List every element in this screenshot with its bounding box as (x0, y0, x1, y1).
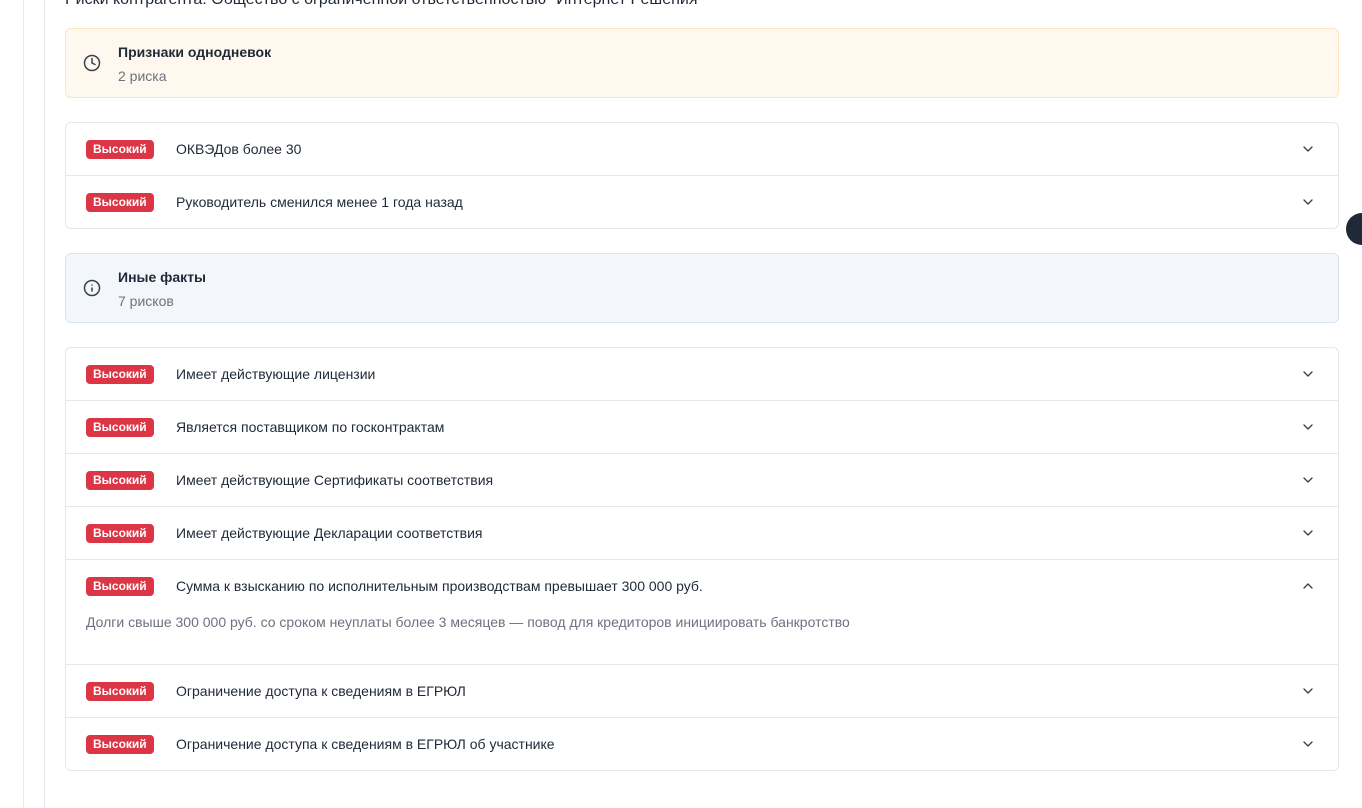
info-icon (83, 279, 101, 297)
risk-label: Сумма к взысканию по исполнительным прои… (176, 578, 703, 594)
severity-badge: Высокий (86, 193, 154, 212)
chevron-down-icon[interactable] (1300, 419, 1316, 435)
risk-label: Имеет действующие Декларации соответстви… (176, 525, 483, 541)
chevron-down-icon[interactable] (1300, 194, 1316, 210)
severity-badge: Высокий (86, 524, 154, 543)
severity-badge: Высокий (86, 418, 154, 437)
category-title: Признаки однодневок (118, 44, 272, 60)
category-count: 7 рисков (118, 293, 174, 309)
risk-label: Ограничение доступа к сведениям в ЕГРЮЛ (176, 683, 466, 699)
risk-label: Имеет действующие Сертификаты соответств… (176, 472, 494, 488)
risk-item[interactable]: Высокий Ограничение доступа к сведениям … (66, 665, 1338, 718)
risk-list-one-day-firms: Высокий ОКВЭДов более 30 Высокий Руковод… (65, 122, 1339, 229)
chevron-down-icon[interactable] (1300, 141, 1316, 157)
risk-item-expanded[interactable]: Высокий Сумма к взысканию по исполнитель… (66, 560, 1338, 665)
left-gutter (0, 0, 24, 808)
risk-label: ОКВЭДов более 30 (176, 141, 302, 157)
chevron-up-icon[interactable] (1300, 578, 1316, 594)
risk-label: Является поставщиком по госконтрактам (176, 419, 445, 435)
page: Риски контрагента: Общество с ограниченн… (0, 0, 1362, 808)
risk-label: Руководитель сменился менее 1 года назад (176, 194, 463, 210)
severity-badge: Высокий (86, 577, 154, 596)
severity-badge: Высокий (86, 735, 154, 754)
floating-action-button[interactable] (1346, 213, 1362, 245)
risk-description: Долги свыше 300 000 руб. со сроком неупл… (86, 614, 850, 630)
page-title: Риски контрагента: Общество с ограниченн… (65, 0, 703, 10)
category-header-other-facts: Иные факты 7 рисков (65, 253, 1339, 323)
severity-badge: Высокий (86, 471, 154, 490)
severity-badge: Высокий (86, 682, 154, 701)
category-header-one-day-firms: Признаки однодневок 2 риска (65, 28, 1339, 98)
risk-item[interactable]: Высокий Имеет действующие Сертификаты со… (66, 454, 1338, 507)
severity-badge: Высокий (86, 140, 154, 159)
risk-item[interactable]: Высокий Ограничение доступа к сведениям … (66, 718, 1338, 770)
risk-label: Имеет действующие лицензии (176, 366, 376, 382)
category-count: 2 риска (118, 68, 167, 84)
clock-icon (83, 54, 101, 72)
risk-item[interactable]: Высокий Является поставщиком по госконтр… (66, 401, 1338, 454)
risk-item[interactable]: Высокий Имеет действующие лицензии (66, 348, 1338, 401)
chevron-down-icon[interactable] (1300, 736, 1316, 752)
risk-list-other-facts: Высокий Имеет действующие лицензии Высок… (65, 347, 1339, 771)
risk-item[interactable]: Высокий ОКВЭДов более 30 (66, 123, 1338, 176)
risk-label: Ограничение доступа к сведениям в ЕГРЮЛ … (176, 736, 555, 752)
risk-item[interactable]: Высокий Имеет действующие Декларации соо… (66, 507, 1338, 560)
severity-badge: Высокий (86, 365, 154, 384)
chevron-down-icon[interactable] (1300, 472, 1316, 488)
risk-item[interactable]: Высокий Руководитель сменился менее 1 го… (66, 176, 1338, 228)
chevron-down-icon[interactable] (1300, 525, 1316, 541)
chevron-down-icon[interactable] (1300, 683, 1316, 699)
category-title: Иные факты (118, 269, 207, 285)
chevron-down-icon[interactable] (1300, 366, 1316, 382)
